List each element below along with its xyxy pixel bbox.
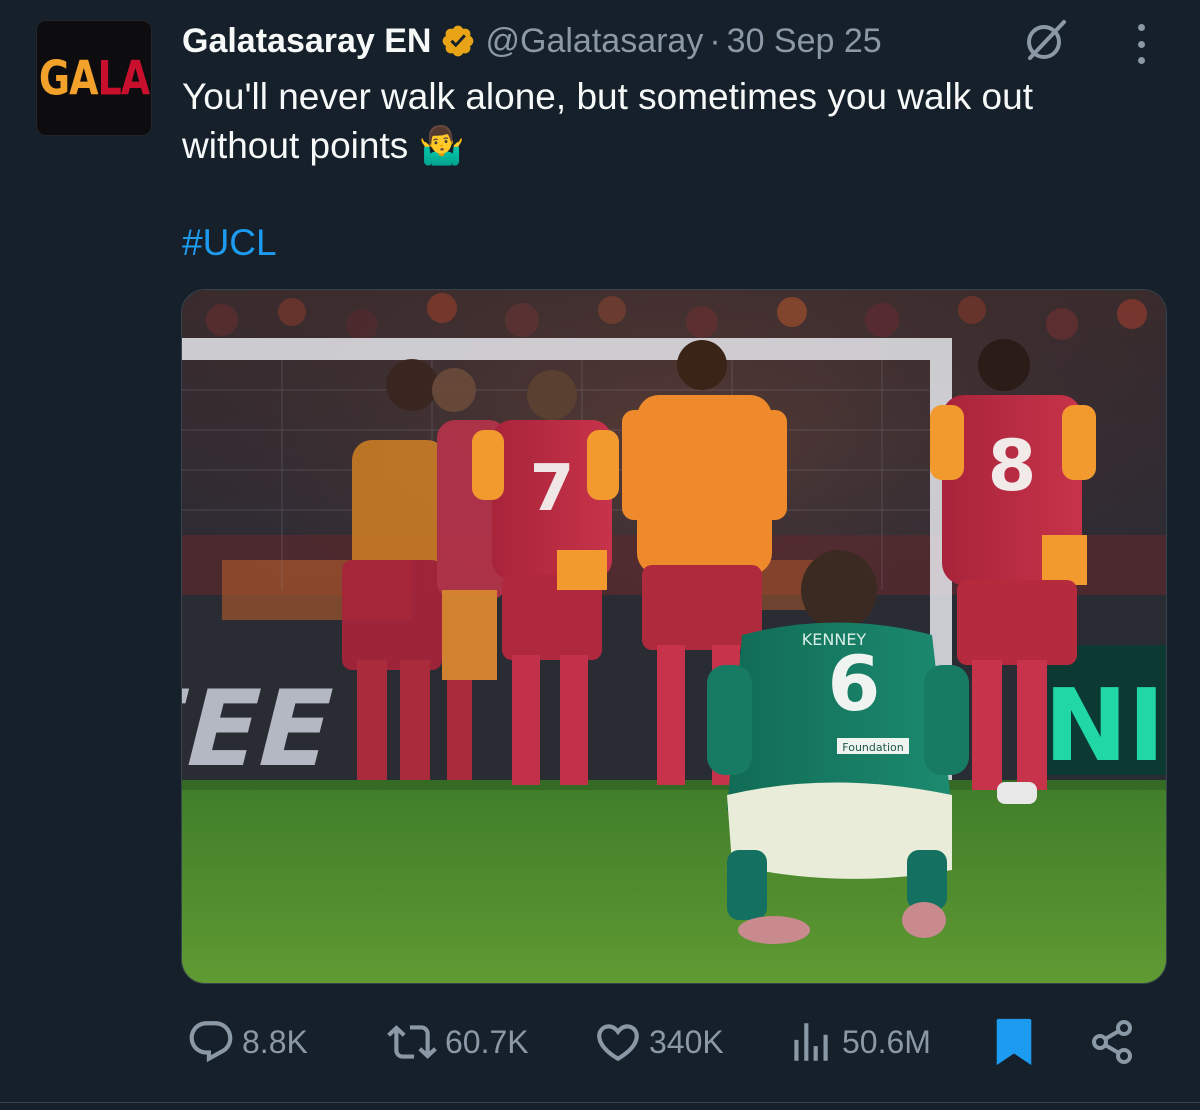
verified-badge-icon[interactable] (440, 23, 476, 59)
grok-icon[interactable] (1020, 14, 1072, 66)
action-bar: 8.8K 60.7K 340K 50.6M (0, 1010, 1200, 1074)
display-name[interactable]: Galatasaray EN (182, 22, 432, 61)
galatasaray-logo: GALA (38, 50, 150, 106)
tweet-text-line: You'll never walk alone, but sometimes y… (182, 76, 1033, 117)
tweet-text: You'll never walk alone, but sometimes y… (182, 72, 1142, 170)
views-count: 50.6M (842, 1023, 931, 1060)
hashtag-link[interactable]: #UCL (182, 222, 277, 264)
more-dot (1137, 24, 1145, 31)
more-dot (1137, 40, 1145, 48)
bookmark-button[interactable] (994, 1010, 1034, 1074)
sponsor-text: Foundation (842, 741, 903, 754)
bookmark-icon (996, 1018, 1032, 1066)
repost-icon (387, 1025, 437, 1059)
jersey-number-7: 7 (530, 452, 575, 526)
more-dot (1137, 57, 1145, 64)
separator-dot: · (709, 21, 721, 60)
like-count: 340K (649, 1023, 724, 1060)
logo-part-ga: GA (38, 50, 99, 106)
bottom-divider (0, 1102, 1200, 1103)
repost-count: 60.7K (445, 1023, 529, 1060)
tweet-header: Galatasaray EN @Galatasaray · 30 Sep 25 (182, 18, 882, 64)
more-icon[interactable] (1126, 24, 1156, 64)
tweet-photo[interactable]: -FEE NIG (181, 289, 1167, 984)
like-button[interactable]: 340K (593, 1010, 724, 1074)
avatar[interactable]: GALA (36, 20, 152, 136)
share-icon (1092, 1020, 1132, 1064)
tweet-card[interactable]: GALA Galatasaray EN @Galatasaray · 30 Se… (0, 0, 1200, 1110)
logo-part-la: LA (97, 50, 150, 106)
ad-board-text-right: NIG (1044, 667, 1166, 784)
jersey-number-6: 6 (828, 639, 881, 728)
share-button[interactable] (1088, 1010, 1136, 1074)
handle[interactable]: @Galatasaray (486, 22, 704, 61)
views-icon (794, 1023, 828, 1061)
tweet-text-line: without points 🤷‍♂️ (182, 125, 465, 166)
views-button[interactable]: 50.6M (786, 1010, 931, 1074)
reply-icon (189, 1021, 233, 1063)
reply-button[interactable]: 8.8K (186, 1010, 308, 1074)
jersey-number-8: 8 (988, 425, 1037, 507)
repost-button[interactable]: 60.7K (385, 1010, 529, 1074)
like-icon (597, 1024, 639, 1062)
tweet-date[interactable]: 30 Sep 25 (727, 22, 882, 61)
photo-illustration: -FEE NIG (182, 290, 1166, 983)
reply-count: 8.8K (242, 1023, 308, 1060)
